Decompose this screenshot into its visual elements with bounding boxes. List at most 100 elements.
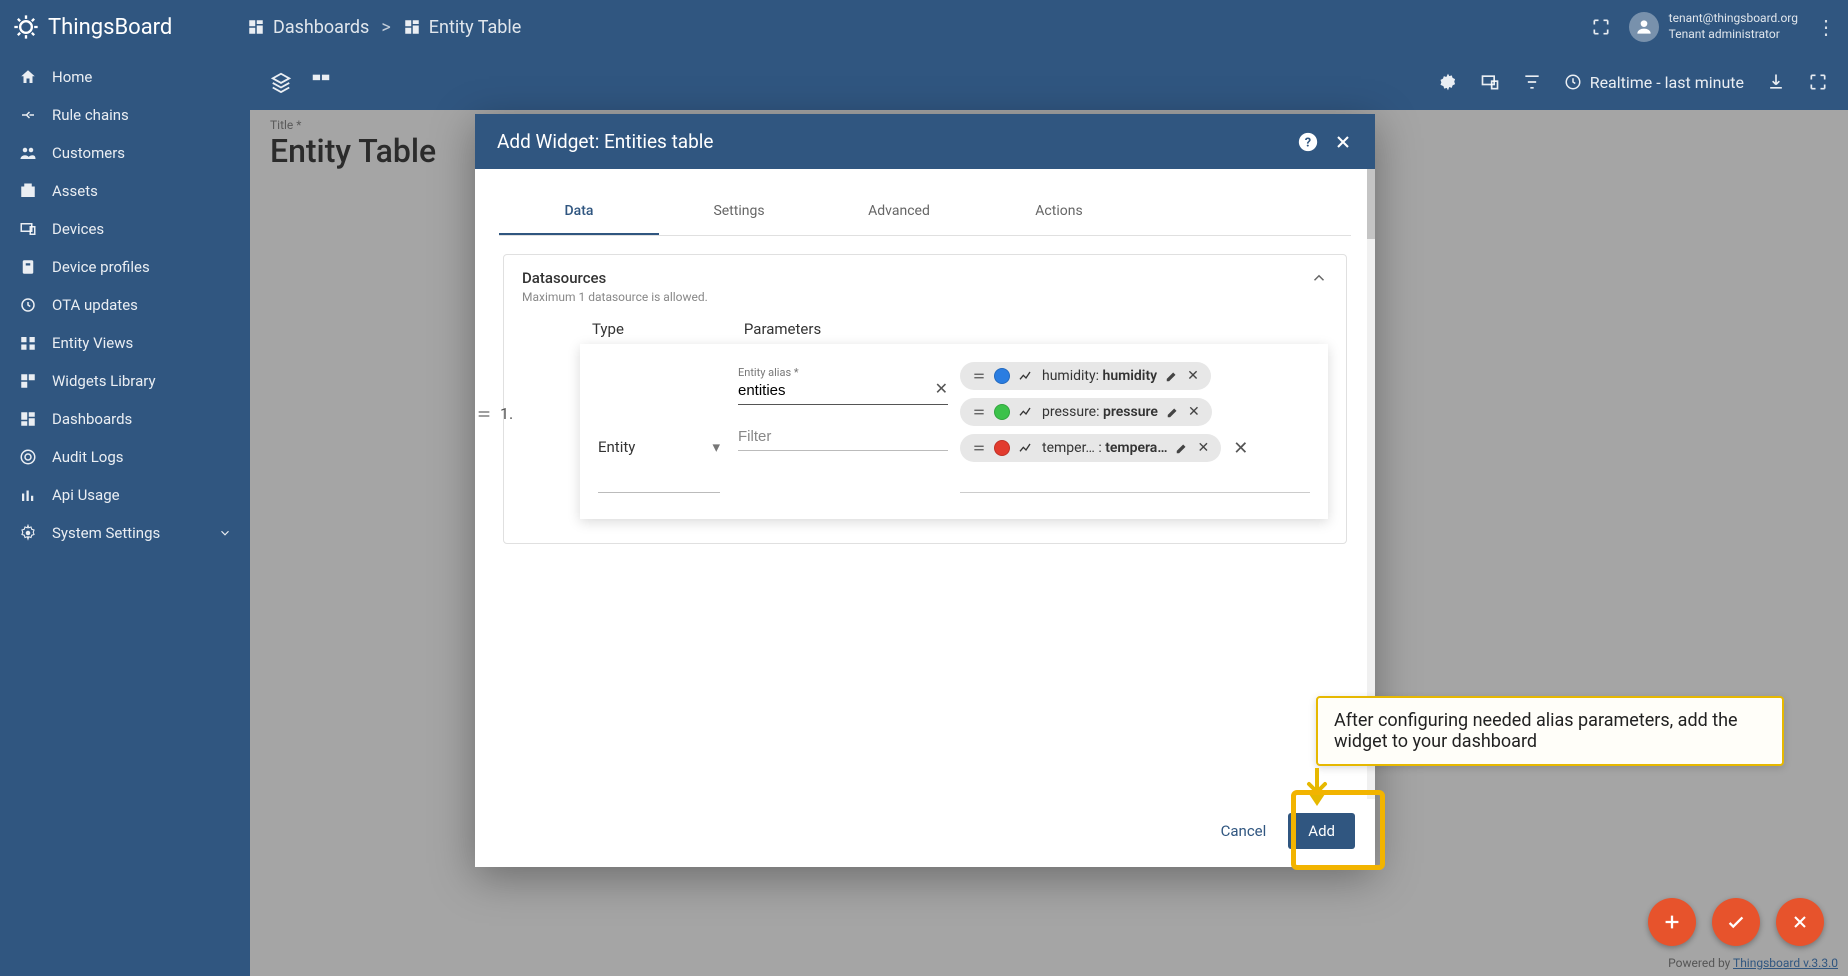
fullscreen-icon[interactable] [1808,72,1828,92]
timeseries-icon [1018,368,1034,384]
add-key-line[interactable] [960,492,1310,493]
edit-icon[interactable] [1165,369,1179,383]
sidebar-item-assets[interactable]: Assets [0,172,250,210]
callout-text: After configuring needed alias parameter… [1334,710,1738,752]
logo-icon [12,13,40,41]
fab-cancel[interactable] [1776,898,1824,946]
chip-temperature[interactable]: temper… : tempera… ✕ [960,434,1221,462]
layout-icon[interactable] [310,71,332,93]
ota-icon [18,296,38,314]
drag-handle-icon[interactable] [476,406,492,422]
entity-alias-input[interactable] [738,379,948,402]
color-dot[interactable] [994,404,1010,420]
drag-handle-icon[interactable] [972,405,986,419]
add-button[interactable]: Add [1288,813,1355,849]
tab-advanced[interactable]: Advanced [819,189,979,235]
breadcrumb-current[interactable]: Entity Table [403,17,522,38]
sidebar-item-api-usage[interactable]: Api Usage [0,476,250,514]
sidebar-label: OTA updates [52,296,138,314]
user-menu[interactable]: tenant@thingsboard.org Tenant administra… [1629,11,1798,42]
chip-humidity[interactable]: humidity: humidity ✕ [960,362,1211,390]
rule-chains-icon [18,106,38,124]
sidebar-item-home[interactable]: Home [0,58,250,96]
remove-icon[interactable]: ✕ [1188,404,1200,420]
sidebar-item-audit-logs[interactable]: Audit Logs [0,438,250,476]
tab-actions[interactable]: Actions [979,189,1139,235]
sidebar-item-entity-views[interactable]: Entity Views [0,324,250,362]
sidebar-item-system-settings[interactable]: System Settings [0,514,250,552]
dashboard-icon [247,18,265,36]
row-index: 1. [500,404,513,423]
sidebar-item-widgets-library[interactable]: Widgets Library [0,362,250,400]
help-icon[interactable]: ? [1297,131,1319,153]
alias-label: Entity alias * [738,366,948,379]
fullscreen-icon[interactable] [1591,17,1611,37]
dialog-header: Add Widget: Entities table ? [475,114,1375,169]
user-email: tenant@thingsboard.org [1669,11,1798,27]
api-icon [18,486,38,504]
add-widget-dialog: Add Widget: Entities table ? Data Settin… [475,114,1375,867]
sidebar-item-customers[interactable]: Customers [0,134,250,172]
filter-icon[interactable] [1522,72,1542,92]
sidebar-label: Home [52,68,92,86]
user-role: Tenant administrator [1669,27,1798,43]
sidebar-label: Rule chains [52,106,129,124]
chevron-down-icon: ▾ [712,438,720,456]
breadcrumb-root[interactable]: Dashboards [247,17,369,38]
sidebar-label: System Settings [52,524,160,542]
tab-settings[interactable]: Settings [659,189,819,235]
svg-text:?: ? [1305,135,1311,150]
remove-icon[interactable]: ✕ [1197,440,1209,456]
row-prefix: 1. [476,404,513,423]
dialog-footer: Cancel Add [475,799,1375,867]
breadcrumb: Dashboards > Entity Table [247,17,521,38]
more-icon[interactable]: ⋮ [1816,15,1836,39]
download-icon[interactable] [1766,72,1786,92]
sidebar-item-rule-chains[interactable]: Rule chains [0,96,250,134]
chevron-up-icon[interactable] [1310,269,1328,287]
filter-input[interactable] [738,425,948,448]
widgets-icon [18,372,38,390]
sidebar-label: Audit Logs [52,448,124,466]
close-icon[interactable] [1333,132,1353,152]
type-select[interactable]: Entity ▾ [598,402,720,493]
device-profiles-icon [18,258,38,276]
fab-add[interactable] [1648,898,1696,946]
timeseries-icon [1018,404,1034,420]
breadcrumb-current-label: Entity Table [429,17,522,38]
remove-icon[interactable]: ✕ [1187,368,1199,384]
chip-label: pressure: pressure [1042,404,1158,420]
color-dot[interactable] [994,368,1010,384]
edit-icon[interactable] [1175,441,1189,455]
home-icon [18,68,38,86]
tab-data[interactable]: Data [499,189,659,235]
entity-alias-icon[interactable] [1480,72,1500,92]
sidebar-item-dashboards[interactable]: Dashboards [0,400,250,438]
time-window-label: Realtime - last minute [1590,73,1744,92]
drag-handle-icon[interactable] [972,369,986,383]
delete-datasource-icon[interactable]: ✕ [1233,438,1248,459]
sidebar-label: Api Usage [52,486,120,504]
logo[interactable]: ThingsBoard [12,13,247,41]
filter-field[interactable] [738,423,948,451]
sidebar-item-device-profiles[interactable]: Device profiles [0,248,250,286]
entity-alias-field[interactable]: Entity alias * ✕ [738,364,948,405]
chip-pressure[interactable]: pressure: pressure ✕ [960,398,1212,426]
footer-link[interactable]: Thingsboard v.3.3.0 [1733,956,1838,970]
fab-apply[interactable] [1712,898,1760,946]
cancel-button[interactable]: Cancel [1211,814,1277,848]
gear-icon[interactable] [1438,72,1458,92]
col-type: Type [592,320,624,338]
sidebar-item-devices[interactable]: Devices [0,210,250,248]
clear-icon[interactable]: ✕ [935,379,948,398]
color-dot[interactable] [994,440,1010,456]
drag-handle-icon[interactable] [972,441,986,455]
datasources-heading: Datasources [522,269,708,287]
layers-icon[interactable] [270,71,292,93]
type-value: Entity [598,438,635,456]
edit-icon[interactable] [1166,405,1180,419]
time-window[interactable]: Realtime - last minute [1564,73,1744,92]
sidebar-item-ota-updates[interactable]: OTA updates [0,286,250,324]
dashboard-icon [403,18,421,36]
dashboard-toolbar: Realtime - last minute [250,54,1848,110]
